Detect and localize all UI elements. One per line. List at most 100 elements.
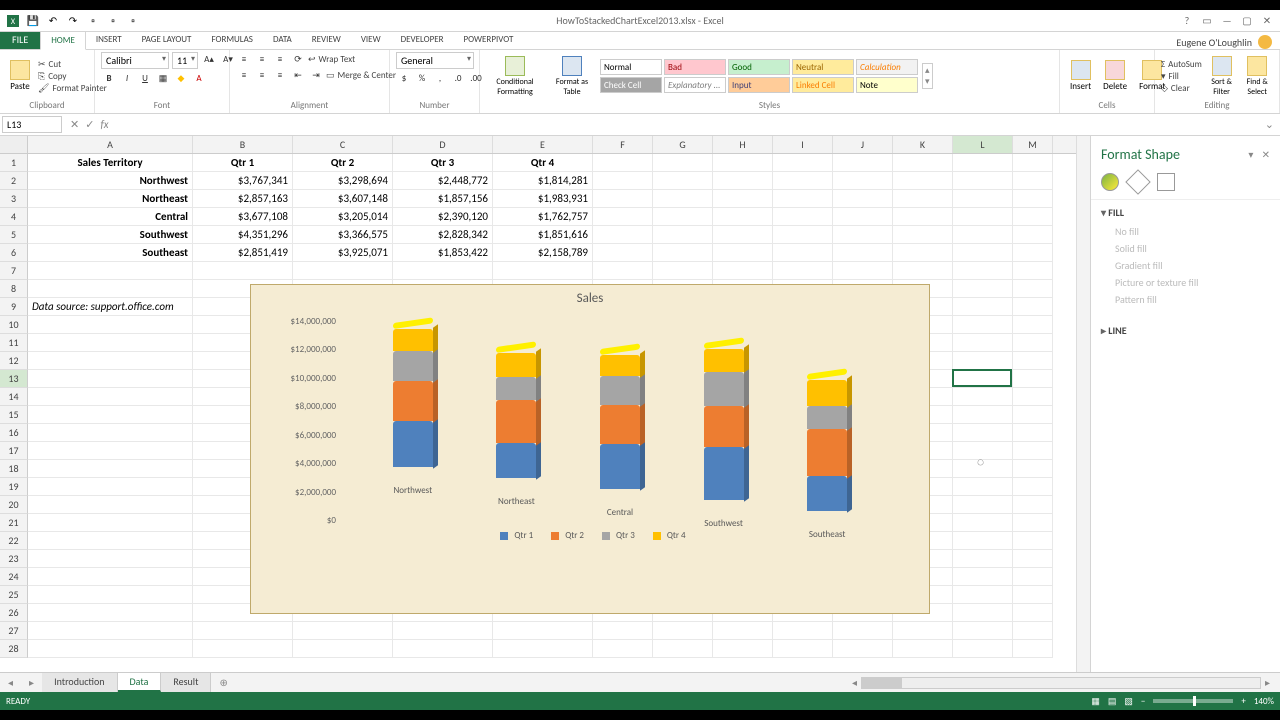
bar-segment[interactable]: [393, 329, 433, 351]
cell-I3[interactable]: [773, 190, 833, 208]
fill-option[interactable]: Gradient fill: [1115, 257, 1270, 274]
bar-group-southwest[interactable]: Southwest: [689, 349, 759, 529]
new-sheet-icon[interactable]: ⊕: [211, 676, 235, 689]
bar-segment[interactable]: [393, 381, 433, 421]
cell-L26[interactable]: [953, 604, 1013, 622]
cell-B5[interactable]: $4,351,296: [193, 226, 293, 244]
tab-page-layout[interactable]: PAGE LAYOUT: [132, 31, 202, 49]
cell-G27[interactable]: [653, 622, 713, 640]
cell-L27[interactable]: [953, 622, 1013, 640]
cell-A18[interactable]: [28, 460, 193, 478]
bar-segment[interactable]: [496, 353, 536, 377]
tab-developer[interactable]: DEVELOPER: [391, 31, 454, 49]
cell-A25[interactable]: [28, 586, 193, 604]
cell-G4[interactable]: [653, 208, 713, 226]
row-header[interactable]: 26: [0, 604, 28, 622]
cell-H1[interactable]: [713, 154, 773, 172]
cell-E2[interactable]: $1,814,281: [493, 172, 593, 190]
cell-H7[interactable]: [713, 262, 773, 280]
fill-option[interactable]: Picture or texture fill: [1115, 274, 1270, 291]
line-section[interactable]: LINE: [1091, 318, 1280, 343]
row-header[interactable]: 9: [0, 298, 28, 316]
effects-tab-icon[interactable]: [1125, 169, 1150, 194]
cell-D1[interactable]: Qtr 3: [393, 154, 493, 172]
cell-A4[interactable]: Central: [28, 208, 193, 226]
user-avatar-icon[interactable]: [1258, 35, 1272, 49]
row-header[interactable]: 13: [0, 370, 28, 388]
row-header[interactable]: 5: [0, 226, 28, 244]
cell-M16[interactable]: [1013, 424, 1053, 442]
sheet-tab-introduction[interactable]: Introduction: [42, 673, 117, 692]
fill-section-header[interactable]: FILL: [1101, 206, 1270, 219]
cell-K6[interactable]: [893, 244, 953, 262]
wrap-text-button[interactable]: ↩Wrap Text: [308, 54, 355, 65]
cell-K3[interactable]: [893, 190, 953, 208]
autosum-button[interactable]: ΣAutoSum: [1161, 59, 1202, 70]
cell-H27[interactable]: [713, 622, 773, 640]
cancel-formula-icon[interactable]: ✕: [70, 118, 79, 131]
font-size-combo[interactable]: 11: [172, 52, 198, 69]
cell-L28[interactable]: [953, 640, 1013, 658]
bar-segment[interactable]: [600, 405, 640, 444]
cell-M12[interactable]: [1013, 352, 1053, 370]
cell-I6[interactable]: [773, 244, 833, 262]
cell-H3[interactable]: [713, 190, 773, 208]
cell-M1[interactable]: [1013, 154, 1053, 172]
fill-section[interactable]: FILL No fillSolid fillGradient fillPictu…: [1091, 200, 1280, 318]
close-icon[interactable]: ✕: [1258, 14, 1276, 27]
row-header[interactable]: 21: [0, 514, 28, 532]
bar-segment[interactable]: [704, 447, 744, 500]
view-normal-icon[interactable]: ▦: [1091, 696, 1100, 707]
cell-A3[interactable]: Northeast: [28, 190, 193, 208]
cell-C6[interactable]: $3,925,071: [293, 244, 393, 262]
conditional-formatting-button[interactable]: Conditional Formatting: [486, 54, 544, 99]
tab-nav-prev-icon[interactable]: ◂: [0, 676, 21, 689]
view-pagelayout-icon[interactable]: ▤: [1108, 696, 1117, 707]
cell-B28[interactable]: [193, 640, 293, 658]
fill-option[interactable]: Solid fill: [1115, 240, 1270, 257]
cell-H2[interactable]: [713, 172, 773, 190]
cell-A5[interactable]: Southwest: [28, 226, 193, 244]
cell-L12[interactable]: [953, 352, 1013, 370]
row-header[interactable]: 17: [0, 442, 28, 460]
align-top-icon[interactable]: ≡: [236, 52, 252, 66]
cell-I27[interactable]: [773, 622, 833, 640]
cell-M17[interactable]: [1013, 442, 1053, 460]
cell-E28[interactable]: [493, 640, 593, 658]
tab-data[interactable]: DATA: [263, 31, 302, 49]
undo-icon[interactable]: ↶: [46, 14, 60, 28]
cell-A24[interactable]: [28, 568, 193, 586]
merge-center-button[interactable]: ▭Merge & Center: [326, 70, 396, 81]
fx-icon[interactable]: fx: [100, 118, 108, 131]
sheet-tab-data[interactable]: Data: [118, 673, 162, 692]
row-header[interactable]: 27: [0, 622, 28, 640]
paste-button[interactable]: Paste: [6, 58, 34, 94]
cell-B3[interactable]: $2,857,163: [193, 190, 293, 208]
cell-D5[interactable]: $2,828,342: [393, 226, 493, 244]
col-header-A[interactable]: A: [28, 136, 193, 153]
cell-F27[interactable]: [593, 622, 653, 640]
cell-M9[interactable]: [1013, 298, 1053, 316]
col-header-I[interactable]: I: [773, 136, 833, 153]
cell-style-neutral[interactable]: Neutral: [792, 59, 854, 75]
bar-segment[interactable]: [496, 400, 536, 444]
row-header[interactable]: 3: [0, 190, 28, 208]
col-header-D[interactable]: D: [393, 136, 493, 153]
cell-A27[interactable]: [28, 622, 193, 640]
qat-icon[interactable]: ▫: [126, 14, 140, 28]
file-tab[interactable]: FILE: [0, 30, 40, 49]
row-header[interactable]: 8: [0, 280, 28, 298]
bar-segment[interactable]: [600, 376, 640, 405]
row-header[interactable]: 1: [0, 154, 28, 172]
cell-G1[interactable]: [653, 154, 713, 172]
cell-M19[interactable]: [1013, 478, 1053, 496]
cell-L22[interactable]: [953, 532, 1013, 550]
qat-icon[interactable]: ▫: [86, 14, 100, 28]
fill-line-tab-icon[interactable]: [1101, 173, 1119, 191]
cell-A13[interactable]: [28, 370, 193, 388]
cell-J2[interactable]: [833, 172, 893, 190]
cell-E4[interactable]: $1,762,757: [493, 208, 593, 226]
tab-powerpivot[interactable]: POWERPIVOT: [454, 31, 524, 49]
row-header[interactable]: 18: [0, 460, 28, 478]
cell-D3[interactable]: $1,857,156: [393, 190, 493, 208]
